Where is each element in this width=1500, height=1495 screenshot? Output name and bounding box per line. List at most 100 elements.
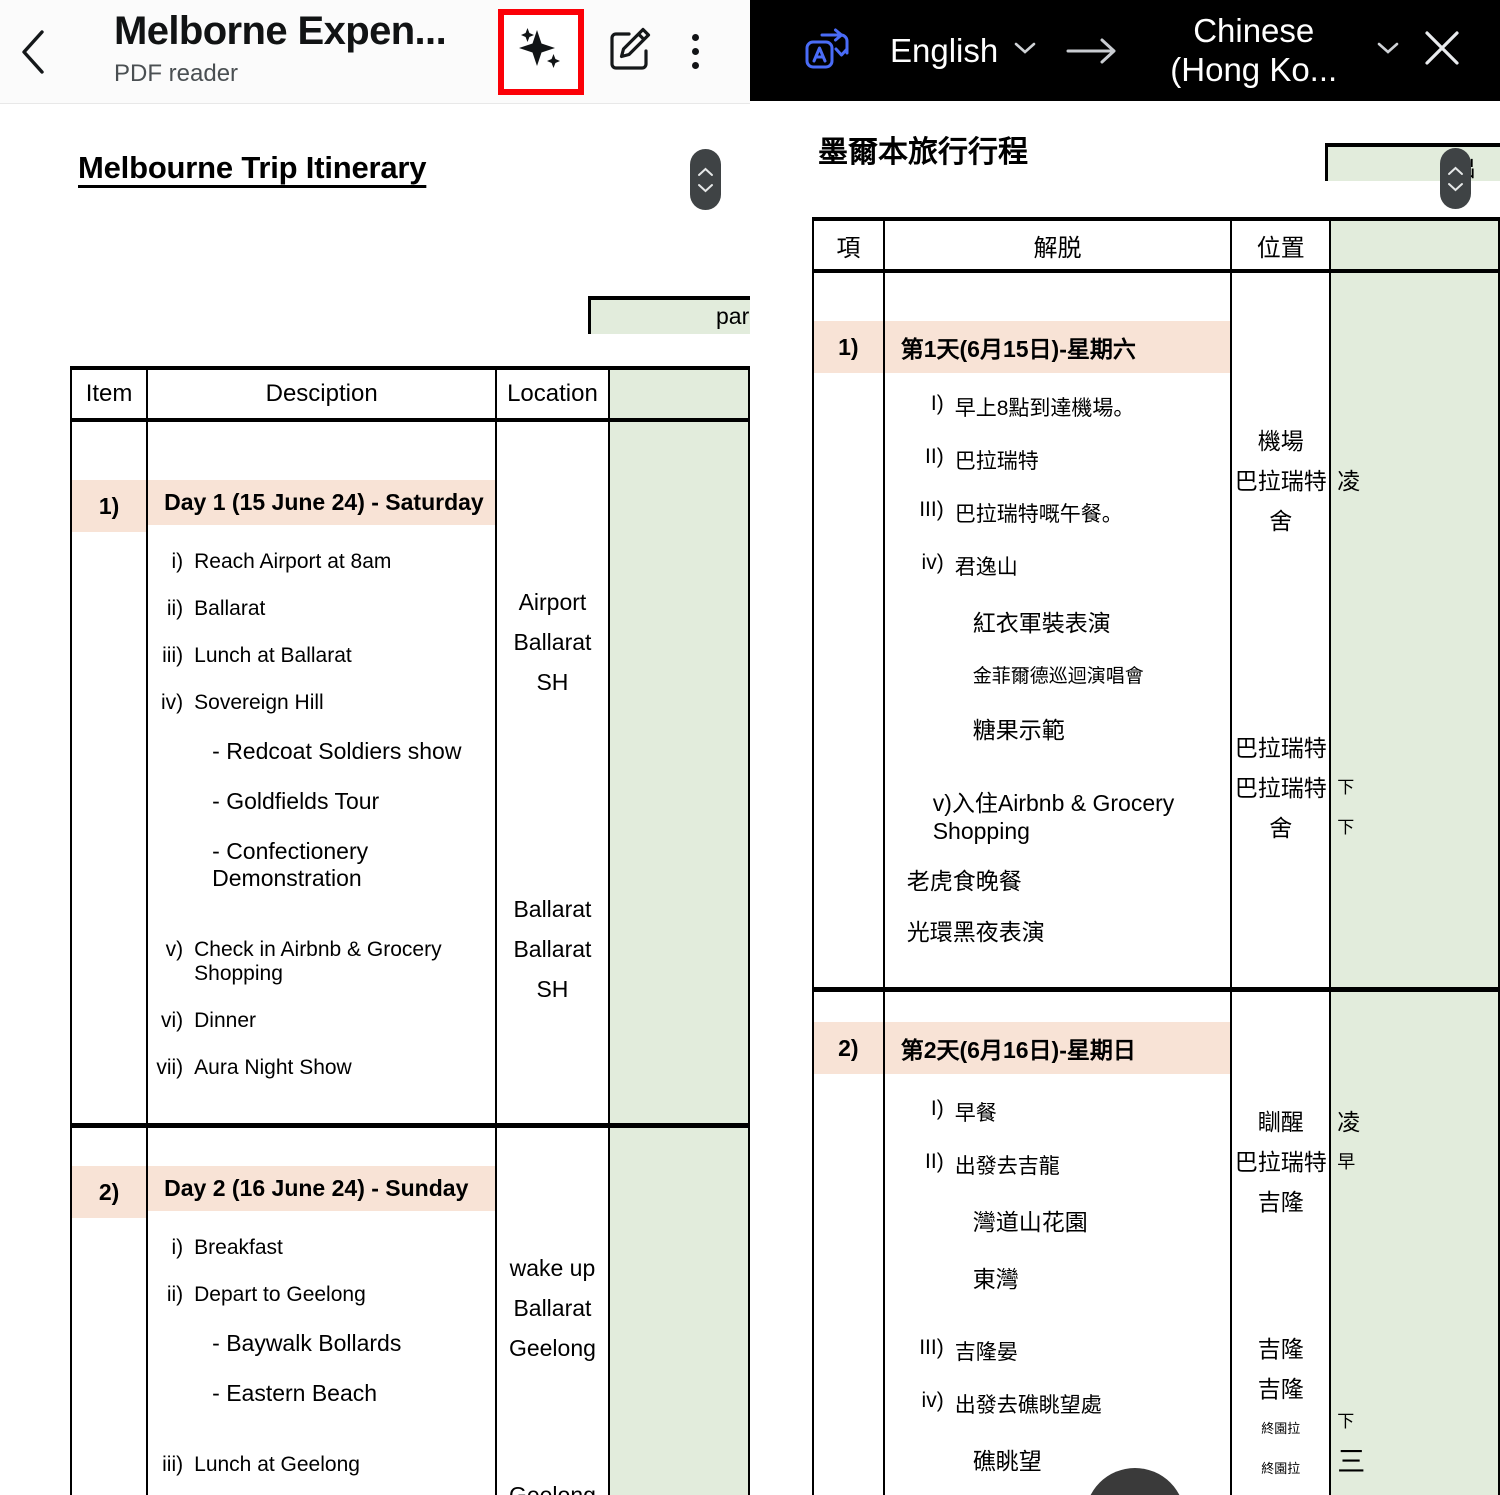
document-heading: Melbourne Trip Itinerary (78, 150, 427, 185)
list-marker: III) (919, 1336, 944, 1359)
location-value: Geelong (508, 1335, 596, 1361)
partial-value: 下 (1337, 1412, 1355, 1431)
list-marker: I) (930, 392, 944, 415)
partial-value: 凌 (1337, 468, 1361, 494)
location-value: SH (536, 976, 569, 1002)
list-item: II) 出發去吉龍 (885, 1147, 1231, 1183)
translate-toolbar: English Chinese (Hong Ko... (750, 0, 1500, 101)
list-subitem: 糖果示範 (972, 717, 1065, 743)
document-scrollbar-right[interactable] (1440, 148, 1471, 209)
list-marker: vi) (160, 1009, 184, 1032)
kebab-menu-icon (691, 62, 699, 69)
list-subitem: 東灣 (972, 1266, 1019, 1292)
list-item: III) 吉隆晏 (885, 1333, 1231, 1369)
location-value: 機場 (1257, 428, 1304, 454)
list-item: v)入住Airbnb & Grocery Shopping (885, 784, 1231, 845)
list-item: iv) Sovereign Hill (148, 688, 495, 718)
list-text: Depart to Geelong (194, 1283, 366, 1306)
partial-value: 凌 (1337, 1109, 1361, 1135)
list-marker: iv) (921, 551, 944, 574)
list-item: ii) Ballarat (148, 594, 495, 624)
list-item: i) Breakfast (148, 1233, 495, 1263)
list-subitem: 灣道山花園 (972, 1209, 1088, 1235)
translate-language-icon (788, 27, 866, 75)
column-header-location: 位置 (1230, 217, 1332, 273)
day-number: 1) (814, 321, 883, 373)
list-subitem: 礁眺望 (972, 1448, 1042, 1474)
list-item: vi) Dinner (148, 1006, 495, 1036)
item-number-cell: 2) (812, 987, 885, 1495)
back-chevron-icon[interactable] (0, 0, 66, 104)
list-item: iv) 君逸山 (885, 548, 1231, 584)
location-value: 終園拉 (1261, 1461, 1301, 1476)
list-subitem: - Goldfields Tour (212, 788, 380, 814)
list-marker: II) (925, 1150, 944, 1173)
app-screen: Melborne Expen... PDF reader Melbourne T… (0, 0, 1500, 1495)
location-value: 吉隆 (1257, 1336, 1304, 1362)
item-number-cell: 1) (812, 270, 885, 991)
list-item: 光環黑夜表演 (906, 919, 1045, 945)
list-marker: v) (932, 790, 952, 816)
description-cell: 第2天(6月16日)-星期日 I) 早餐 II) 出發去吉龍 灣道山花園 東灣 … (882, 987, 1233, 1495)
list-text: 出發去吉龍 (954, 1155, 1060, 1178)
day-title: 第2天(6月16日)-星期日 (884, 1022, 1231, 1074)
list-marker: iii) (162, 1453, 184, 1476)
list-text: Aura Night Show (194, 1056, 352, 1079)
partial-column-header-cell: 出 (1325, 143, 1500, 181)
list-marker: III) (919, 498, 944, 521)
more-options-button[interactable] (662, 7, 728, 97)
list-marker: iv) (160, 691, 184, 714)
location-value: Ballarat (513, 936, 592, 962)
source-language-label: English (890, 31, 999, 69)
table-row: 1) Day 1 (15 June 24) - Saturday i) Reac… (69, 419, 750, 1127)
app-subtitle: PDF reader (114, 59, 239, 87)
pdf-reader-appbar: Melborne Expen... PDF reader (0, 0, 750, 104)
chevron-down-icon (698, 183, 713, 192)
edit-button[interactable] (596, 7, 662, 97)
description-cell: Day 2 (16 June 24) - Sunday i) Breakfast… (146, 1123, 498, 1495)
chevron-down-icon (1375, 40, 1401, 61)
table-header-row: Item Desciption Location (69, 366, 750, 422)
location-cell: wake up Ballarat Geelong Geelong Geelong… (495, 1123, 610, 1495)
location-value: Geelong (508, 1482, 596, 1495)
day-title: Day 2 (16 June 24) - Sunday (148, 1166, 496, 1211)
location-value: 吉隆 (1257, 1376, 1304, 1402)
translated-document-viewport[interactable]: 墨爾本旅行行程 出 項 解脱 位置 (750, 101, 1500, 1495)
day-title: 第1天(6月15日)-星期六 (884, 321, 1231, 373)
list-marker: iv) (921, 1389, 944, 1412)
list-item: v) Check in Airbnb & Grocery Shopping (148, 935, 495, 989)
location-value: Airport (518, 589, 587, 615)
column-header-partial (1329, 217, 1500, 273)
day-number: 2) (72, 1166, 147, 1218)
list-subitem: 紅衣軍裝表演 (972, 610, 1111, 636)
list-subitem: - Baywalk Bollards (212, 1330, 402, 1356)
itinerary-table: Item Desciption Location 1) Day 1 (15 Ju… (69, 366, 750, 1495)
list-marker: I) (930, 1097, 944, 1120)
target-language-selector[interactable]: Chinese (Hong Ko... (1146, 12, 1401, 90)
list-text: Breakfast (194, 1236, 283, 1259)
partial-column-cell: 凌 早 下 三 下 (1329, 987, 1500, 1495)
column-header-description: Desciption (146, 366, 498, 422)
list-item: iv) 出發去礁眺望處 (885, 1386, 1231, 1422)
source-language-selector[interactable]: English (890, 32, 1038, 70)
location-value: Ballarat (513, 629, 592, 655)
list-item: 老虎食晚餐 (906, 868, 1022, 894)
location-value: Ballarat (513, 896, 592, 922)
list-subitem: - Confectionery Demonstration (212, 838, 369, 891)
document-scrollbar-left[interactable] (690, 149, 721, 210)
list-marker: ii) (166, 597, 184, 620)
chevron-up-icon (1448, 166, 1463, 175)
chevron-up-icon (698, 167, 713, 176)
chevron-down-icon (1012, 40, 1038, 61)
ai-assistant-button[interactable] (498, 8, 584, 95)
day-number: 1) (72, 480, 147, 532)
pdf-document-viewport[interactable]: Melbourne Trip Itinerary par Item Descip… (0, 104, 750, 1495)
column-header-partial (607, 366, 750, 422)
list-text: 早餐 (954, 1102, 997, 1125)
location-value: 吉隆 (1257, 1189, 1304, 1215)
appbar-actions (498, 0, 750, 104)
close-translation-button[interactable] (1419, 25, 1465, 76)
location-value: 瞓醒 (1257, 1109, 1304, 1135)
location-value: 終園拉 (1261, 1421, 1301, 1436)
